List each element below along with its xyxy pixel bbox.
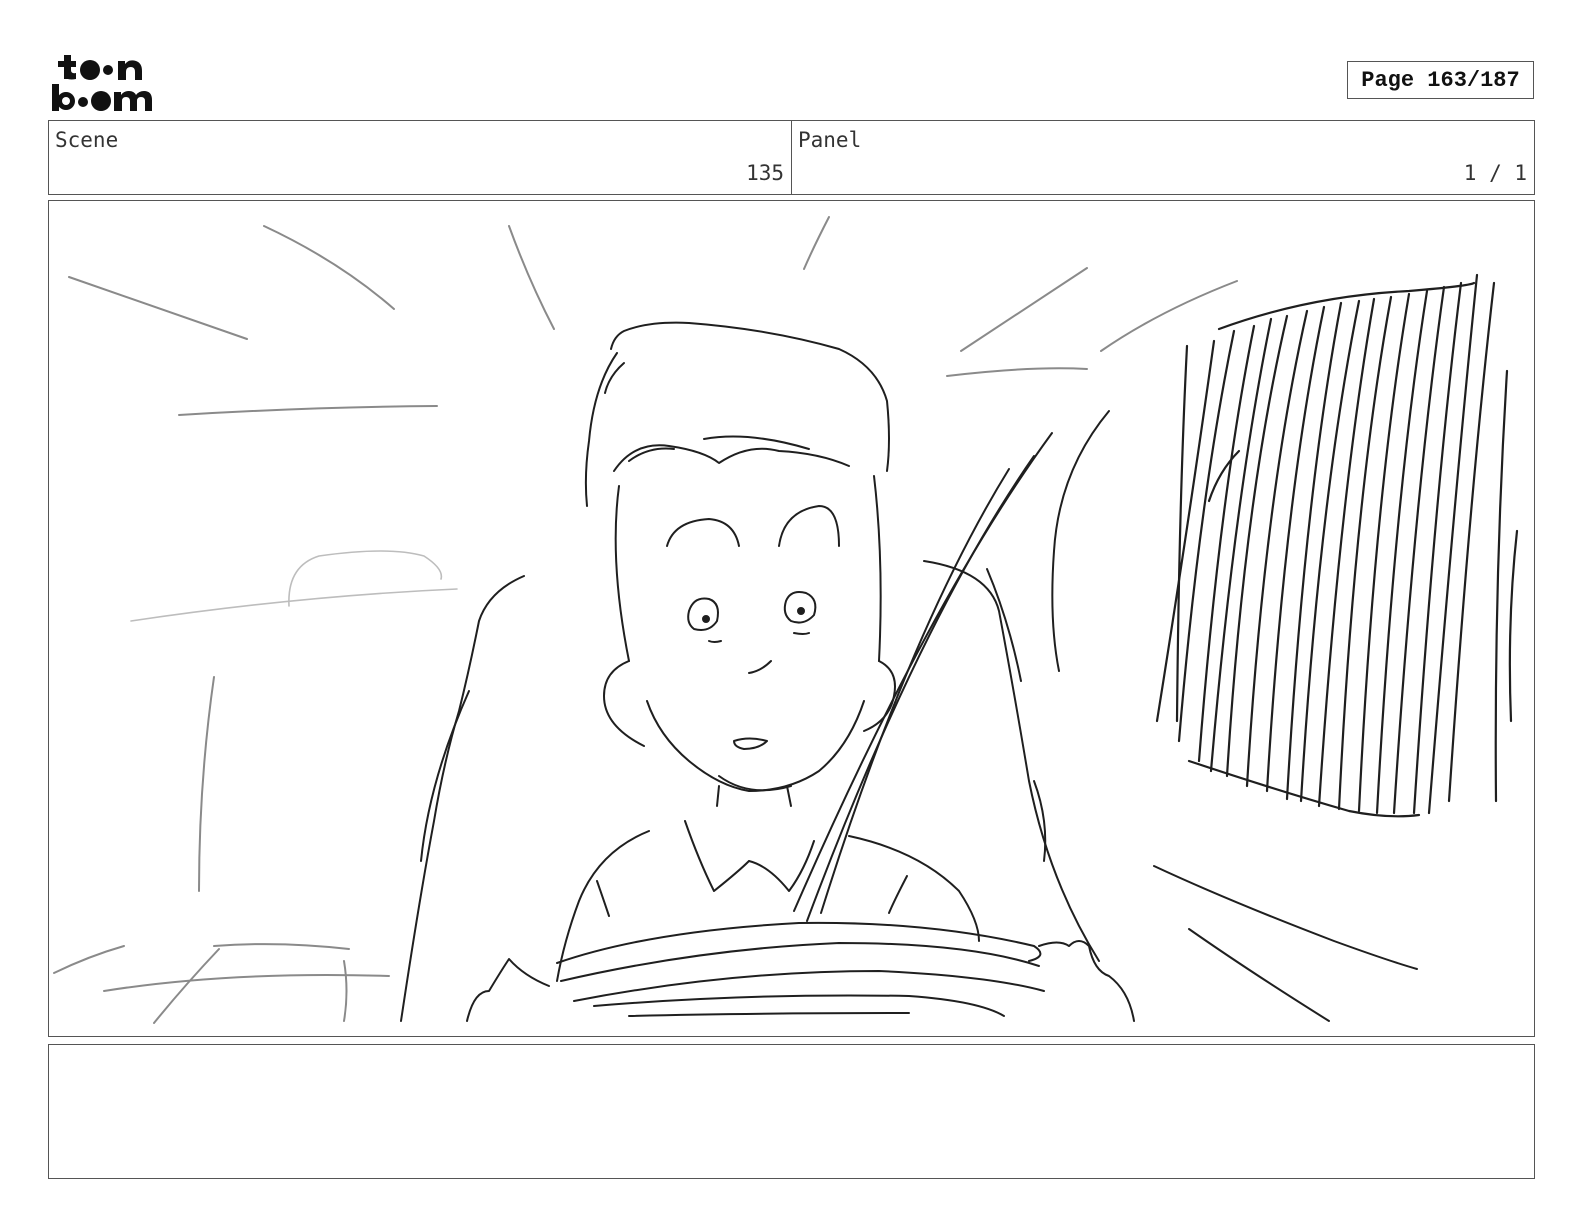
panel-cell: Panel 1 / 1 xyxy=(791,121,1534,194)
boy-driving-sketch xyxy=(53,216,1519,1024)
page-indicator: Page 163/187 xyxy=(1347,61,1534,99)
scene-panel-header: Scene 135 Panel 1 / 1 xyxy=(48,120,1535,195)
toonboom-logo xyxy=(50,50,165,112)
scene-cell: Scene 135 xyxy=(49,121,791,194)
panel-notes xyxy=(48,1044,1535,1179)
panel-label: Panel xyxy=(798,128,862,152)
panel-number: 1 / 1 xyxy=(1463,161,1527,185)
scene-label: Scene xyxy=(55,128,119,152)
scene-number: 135 xyxy=(746,161,784,185)
storyboard-panel-image xyxy=(48,200,1535,1037)
